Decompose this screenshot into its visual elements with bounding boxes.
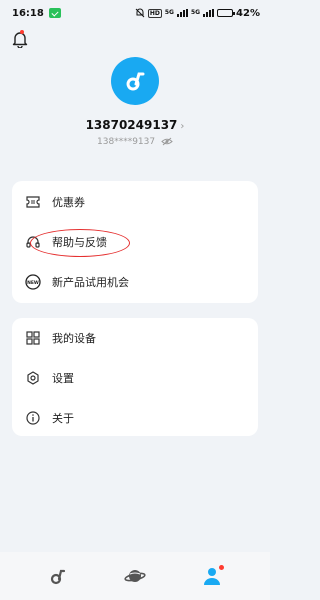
bell-badge-dot [20, 30, 24, 34]
signal-icon-1 [176, 9, 188, 17]
avatar[interactable] [111, 57, 159, 105]
eye-off-icon[interactable] [161, 137, 173, 146]
network-type-2: 5G [190, 9, 201, 16]
new-badge-icon: NEW [25, 274, 41, 290]
coupon-icon [25, 194, 41, 210]
menu-item-label: 优惠券 [52, 196, 85, 209]
svg-text:NEW: NEW [27, 280, 39, 286]
menu-item-label: 设置 [52, 372, 74, 385]
annotation-ellipse [30, 229, 130, 257]
battery-icon [217, 9, 236, 17]
devices-grid-icon [25, 330, 41, 346]
menu-item-label: 我的设备 [52, 332, 96, 345]
home-logo-icon [51, 569, 66, 585]
nav-profile[interactable] [198, 562, 226, 590]
nav-discover[interactable] [121, 562, 149, 590]
menu-item-settings[interactable]: 设置 [12, 358, 258, 398]
username-text: 13870249137 [85, 118, 178, 132]
menu-card-2: 我的设备 设置 关于 [12, 318, 258, 436]
menu-item-product-trial[interactable]: NEW 新产品试用机会 [12, 262, 258, 302]
app-logo-icon [126, 72, 145, 91]
signal-icon-2 [203, 9, 215, 17]
status-time: 16:18 [12, 7, 44, 19]
network-type-1: 5G [164, 9, 174, 16]
mute-bell-icon [135, 8, 145, 18]
battery-percent: 42% [236, 7, 260, 19]
planet-icon [124, 570, 146, 582]
bottom-nav [0, 552, 270, 600]
menu-item-about[interactable]: 关于 [12, 398, 258, 438]
menu-item-coupons[interactable]: 优惠券 [12, 182, 258, 222]
status-bar: 16:18 HD 5G 5G 42% [0, 0, 270, 26]
info-icon [25, 410, 41, 426]
masked-phone-text: 138****9137 [97, 137, 156, 147]
chevron-right-icon: › [180, 121, 185, 132]
profile-badge-dot [218, 565, 224, 570]
username[interactable]: 13870249137 › [0, 118, 270, 132]
masked-phone: 138****9137 [0, 137, 270, 147]
menu-item-label: 关于 [52, 412, 74, 425]
hd-badge: HD [147, 8, 162, 18]
notification-app-icon [48, 8, 61, 18]
nav-home[interactable] [44, 562, 72, 590]
menu-item-label: 新产品试用机会 [52, 276, 129, 289]
gear-icon [25, 370, 41, 386]
menu-item-my-devices[interactable]: 我的设备 [12, 318, 258, 358]
